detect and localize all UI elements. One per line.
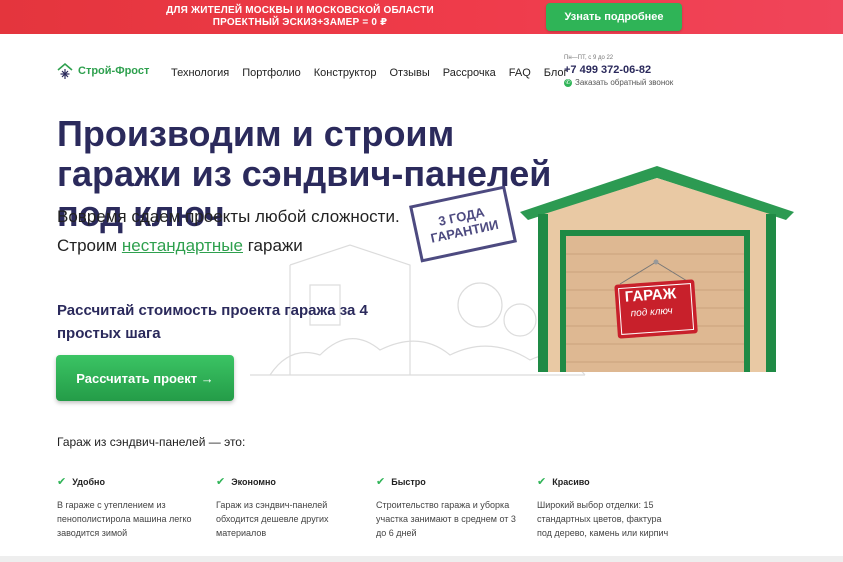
feature-description: Гараж из сэндвич-панелей обходится дешев… [216, 500, 329, 538]
feature-beautiful: ✔ Красиво Широкий выбор отделки: 15 станд… [537, 475, 677, 540]
feature-heading: ✔ Быстро [376, 475, 516, 488]
work-hours: Пн—ПТ, с 9 до 22 [564, 55, 614, 61]
nav-item-constructor[interactable]: Конструктор [314, 67, 377, 79]
hero-subtitle-2: Строим нестандартные гаражи [57, 236, 303, 256]
check-icon: ✔ [216, 476, 226, 488]
promo-text: ДЛЯ ЖИТЕЛЕЙ МОСКВЫ И МОСКОВСКОЙ ОБЛАСТИ … [150, 5, 450, 29]
feature-title: Красиво [552, 476, 590, 487]
feature-title: Удобно [72, 476, 105, 487]
contact-block: Пн—ПТ, с 9 до 22 +7 499 372-06-82 ✆ Зака… [564, 55, 673, 87]
feature-heading: ✔ Экономно [216, 475, 356, 488]
calculator-heading: Рассчитай стоимость проекта гаража за 4 … [57, 302, 368, 342]
sub2-post: гаражи [242, 236, 303, 255]
feature-description: В гараже с утеплением из пенополистирола… [57, 500, 192, 538]
garage-sign-text: ГАРАЖ под ключ [612, 284, 690, 320]
logo-brand: Строй-Фрост [78, 65, 150, 77]
features-title: Гараж из сэндвич-панелей — это: [57, 435, 246, 449]
promo-bar: ДЛЯ ЖИТЕЛЕЙ МОСКВЫ И МОСКОВСКОЙ ОБЛАСТИ … [0, 0, 843, 34]
site-logo[interactable]: Строй-Фрост [56, 62, 149, 80]
calculate-project-button[interactable]: Рассчитать проект → [56, 355, 234, 401]
feature-heading: ✔ Красиво [537, 475, 677, 488]
main-nav: Технология Портфолио Конструктор Отзывы … [171, 67, 568, 79]
phone-icon: ✆ [564, 78, 572, 87]
garage-illustration [520, 166, 794, 372]
check-icon: ✔ [57, 476, 67, 488]
sub2-pre: Строим [57, 236, 122, 255]
snowflake-house-icon [57, 62, 73, 79]
learn-more-button[interactable]: Узнать подробнее [546, 3, 682, 31]
feature-description: Строительство гаража и уборка участка за… [376, 500, 516, 538]
callback-link[interactable]: ✆ Заказать обратный звонок [564, 78, 673, 87]
feature-description: Широкий выбор отделки: 15 стандартных цв… [537, 500, 669, 538]
phone-link[interactable]: +7 499 372-06-82 [564, 64, 673, 76]
nav-item-faq[interactable]: FAQ [509, 67, 531, 79]
nav-item-reviews[interactable]: Отзывы [389, 67, 429, 79]
bottom-divider [0, 556, 843, 562]
nav-item-technology[interactable]: Технология [171, 67, 229, 79]
feature-convenient: ✔ Удобно В гараже с утеплением из пенопол… [57, 475, 197, 540]
feature-fast: ✔ Быстро Строительство гаража и уборка уч… [376, 475, 516, 540]
feature-heading: ✔ Удобно [57, 475, 197, 488]
nonstandard-link[interactable]: нестандартные [122, 236, 243, 255]
feature-title: Быстро [391, 476, 426, 487]
nav-item-portfolio[interactable]: Портфолио [242, 67, 301, 79]
callback-label: Заказать обратный звонок [575, 78, 674, 87]
hero-subtitle-1: Вовремя сдаем проекты любой сложности. [57, 207, 400, 226]
promo-line-2: ПРОЕКТНЫЙ ЭСКИЗ+ЗАМЕР = 0 ₽ [212, 17, 388, 28]
feature-economical: ✔ Экономно Гараж из сэндвич-панелей обход… [216, 475, 356, 540]
promo-line-1: ДЛЯ ЖИТЕЛЕЙ МОСКВЫ И МОСКОВСКОЙ ОБЛАСТИ [166, 5, 434, 16]
feature-title: Экономно [231, 476, 276, 487]
nav-item-installment[interactable]: Рассрочка [443, 67, 496, 79]
check-icon: ✔ [537, 476, 547, 488]
check-icon: ✔ [376, 476, 386, 488]
